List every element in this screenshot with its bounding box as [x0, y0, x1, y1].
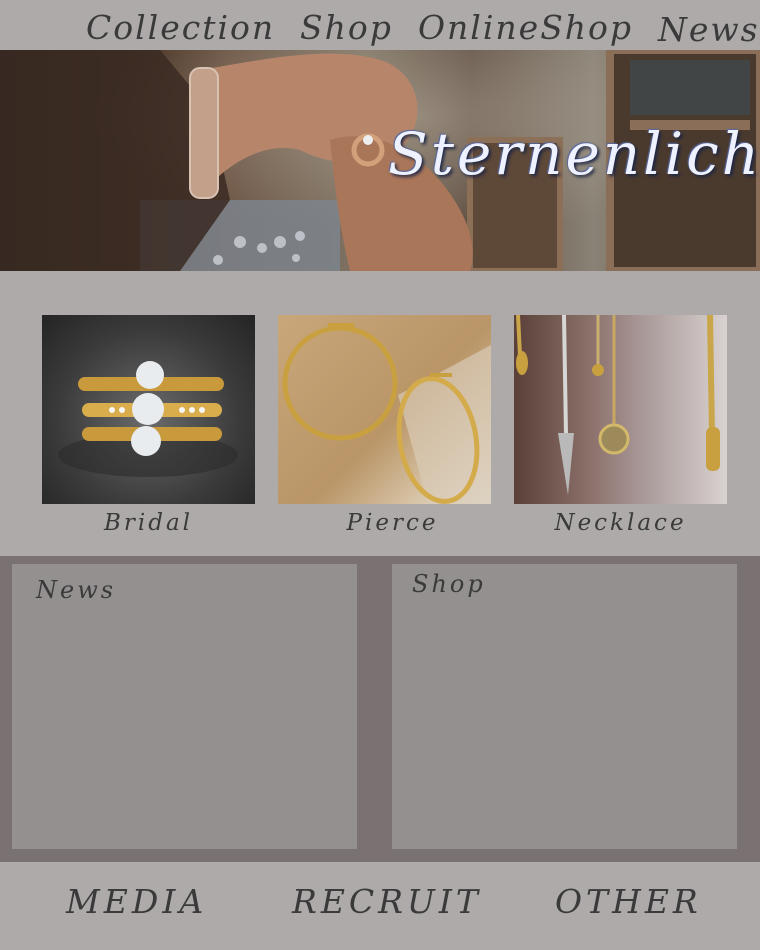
- rings-image: [58, 361, 238, 477]
- nav-news[interactable]: News: [658, 10, 760, 49]
- brand-logo: Sternenlicht: [388, 120, 760, 188]
- shop-panel-title[interactable]: Shop: [412, 570, 486, 598]
- footer-media[interactable]: MEDIA: [66, 882, 207, 921]
- product-label-necklace[interactable]: Necklace: [514, 510, 727, 536]
- news-panel: [12, 564, 357, 849]
- product-label-bridal[interactable]: Bridal: [42, 510, 255, 536]
- product-label-pierce[interactable]: Pierce: [286, 510, 499, 536]
- news-panel-title[interactable]: News: [36, 576, 116, 604]
- nav-onlineshop[interactable]: OnlineShop: [418, 8, 633, 47]
- product-image-bridal[interactable]: [42, 315, 255, 504]
- footer-other[interactable]: OTHER: [555, 882, 702, 921]
- product-image-pierce[interactable]: [278, 315, 491, 504]
- top-nav: Collection Shop OnlineShop News: [0, 0, 760, 50]
- footer-recruit[interactable]: RECRUIT: [292, 882, 482, 921]
- earrings-image: [282, 323, 491, 504]
- nav-collection[interactable]: Collection: [86, 8, 275, 47]
- product-image-necklace[interactable]: [514, 315, 727, 504]
- nav-shop[interactable]: Shop: [300, 8, 393, 47]
- hero-banner: Sternenlicht: [0, 50, 760, 271]
- shop-panel: [392, 564, 737, 849]
- necklace-image: [516, 315, 720, 495]
